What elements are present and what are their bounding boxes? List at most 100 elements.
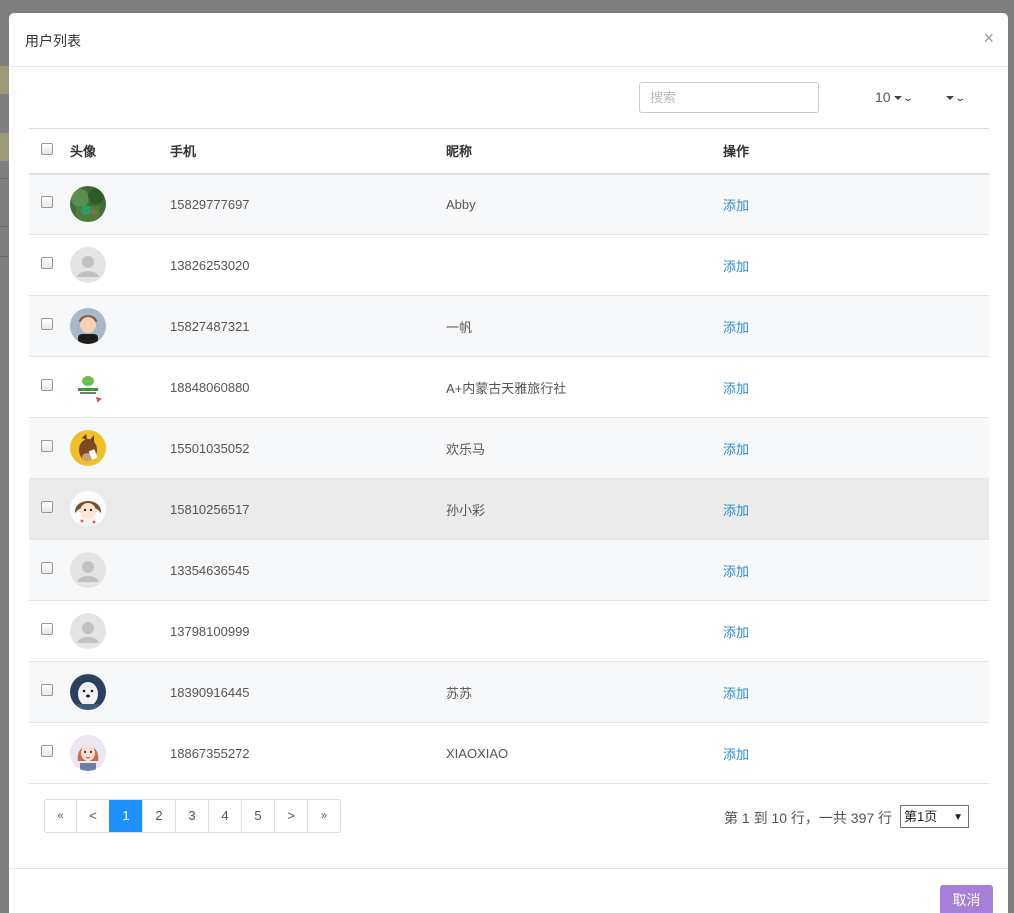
page-size-dropdown[interactable]: 10 ⌄ [875,89,914,105]
avatar-cell [70,540,170,601]
prev-page-button[interactable]: < [76,800,109,832]
phone-cell: 18390916445 [170,684,250,700]
nickname-cell [446,540,723,601]
close-icon[interactable]: × [983,29,994,47]
page-button-3[interactable]: 3 [175,800,208,832]
add-user-link[interactable]: 添加 [723,442,749,457]
add-user-link[interactable]: 添加 [723,320,749,335]
header-nickname: 昵称 [446,144,473,160]
avatar-cell [70,418,170,479]
add-user-link[interactable]: 添加 [723,747,749,762]
phone-cell: 13354636545 [170,562,250,578]
nickname-cell [446,601,723,662]
avatar-cell [70,601,170,662]
avatar-cell [70,723,170,784]
last-page-button[interactable]: » [307,800,340,832]
action-cell: 添加 [723,174,989,235]
row-checkbox[interactable] [41,379,53,392]
pagination: « < 1 2 3 4 5 > » [44,799,341,833]
modal-header: 用户列表 × [9,13,1008,67]
row-checkbox-cell [29,723,70,784]
pagination-info: 第 1 到 10 行，一共 397 行 [724,810,893,826]
nickname-cell: Abby [446,196,476,212]
add-user-link[interactable]: 添加 [723,625,749,640]
table-row: 13826253020 添加 [29,235,989,296]
action-cell: 添加 [723,418,989,479]
action-cell: 添加 [723,296,989,357]
nickname-cell [446,235,723,296]
search-input[interactable] [639,82,819,113]
page-button-5[interactable]: 5 [241,800,274,832]
phone-cell: 15501035052 [170,440,250,456]
table-row: 13798100999 添加 [29,601,989,662]
add-user-link[interactable]: 添加 [723,503,749,518]
select-all-cell [29,129,70,174]
table-row: 15829777697 Abby 添加 [29,173,989,235]
row-checkbox-cell [29,418,70,479]
add-user-link[interactable]: 添加 [723,564,749,579]
avatar [70,735,106,771]
next-page-button[interactable]: > [274,800,307,832]
action-cell: 添加 [723,357,989,418]
page-size-value: 10 [875,89,891,105]
action-cell: 添加 [723,723,989,784]
page-select[interactable]: 第1页 ▼ [900,805,969,828]
row-checkbox[interactable] [41,562,53,575]
row-checkbox[interactable] [41,684,53,697]
row-checkbox[interactable] [41,745,53,758]
background-divider [0,226,9,227]
avatar [70,308,106,344]
add-user-link[interactable]: 添加 [723,381,749,396]
page-button-4[interactable]: 4 [208,800,241,832]
action-cell: 添加 [723,479,989,540]
avatar [70,491,106,527]
phone-cell: 13798100999 [170,623,250,639]
add-user-link[interactable]: 添加 [723,259,749,274]
phone-cell: 15810256517 [170,501,250,517]
page-button-1[interactable]: 1 [109,800,142,832]
user-list-modal: 用户列表 × 10 ⌄ ⌄ 头像 手机 昵称 操作 15829777697 Abby… [9,13,1008,913]
row-checkbox[interactable] [41,623,53,636]
add-user-link[interactable]: 添加 [723,686,749,701]
avatar-cell [70,662,170,723]
cancel-button[interactable]: 取消 [940,885,993,913]
nickname-cell: 孙小彩 [446,502,486,518]
header-avatar: 头像 [70,144,97,160]
avatar [70,613,106,649]
phone-cell: 15829777697 [170,196,250,212]
caret-down-icon [893,96,902,101]
avatar [70,186,106,223]
row-checkbox-cell [29,235,70,296]
columns-toggle-dropdown[interactable]: ⌄ [943,89,966,105]
table-header-row: 头像 手机 昵称 操作 [29,128,989,174]
page-button-2[interactable]: 2 [142,800,175,832]
phone-cell: 18848060880 [170,379,250,395]
nickname-cell: 苏苏 [446,685,473,701]
table-row: 15501035052 欢乐马 添加 [29,417,989,479]
chevron-down-icon: ⌄ [902,92,914,104]
avatar-cell [70,174,170,235]
avatar [70,552,106,588]
action-cell: 添加 [723,601,989,662]
row-checkbox[interactable] [41,257,53,270]
row-checkbox[interactable] [41,501,53,514]
table-toolbar: 10 ⌄ ⌄ [9,67,1008,129]
select-all-checkbox[interactable] [41,142,53,155]
modal-footer [9,868,1008,913]
nickname-cell: XIAOXIAO [446,745,509,761]
first-page-button[interactable]: « [45,800,76,832]
avatar [70,430,106,466]
row-checkbox-cell [29,601,70,662]
background-divider [0,178,9,179]
nickname-cell: 一帆 [446,319,473,335]
row-checkbox[interactable] [41,196,53,209]
page-select-value: 第1页 [904,809,938,824]
header-action: 操作 [723,144,750,160]
row-checkbox-cell [29,479,70,540]
row-checkbox[interactable] [41,440,53,453]
add-user-link[interactable]: 添加 [723,198,749,213]
table-row: 15827487321 一帆 添加 [29,295,989,357]
row-checkbox[interactable] [41,318,53,331]
table-row: 18390916445 苏苏 添加 [29,661,989,723]
modal-title: 用户列表 [25,33,81,49]
